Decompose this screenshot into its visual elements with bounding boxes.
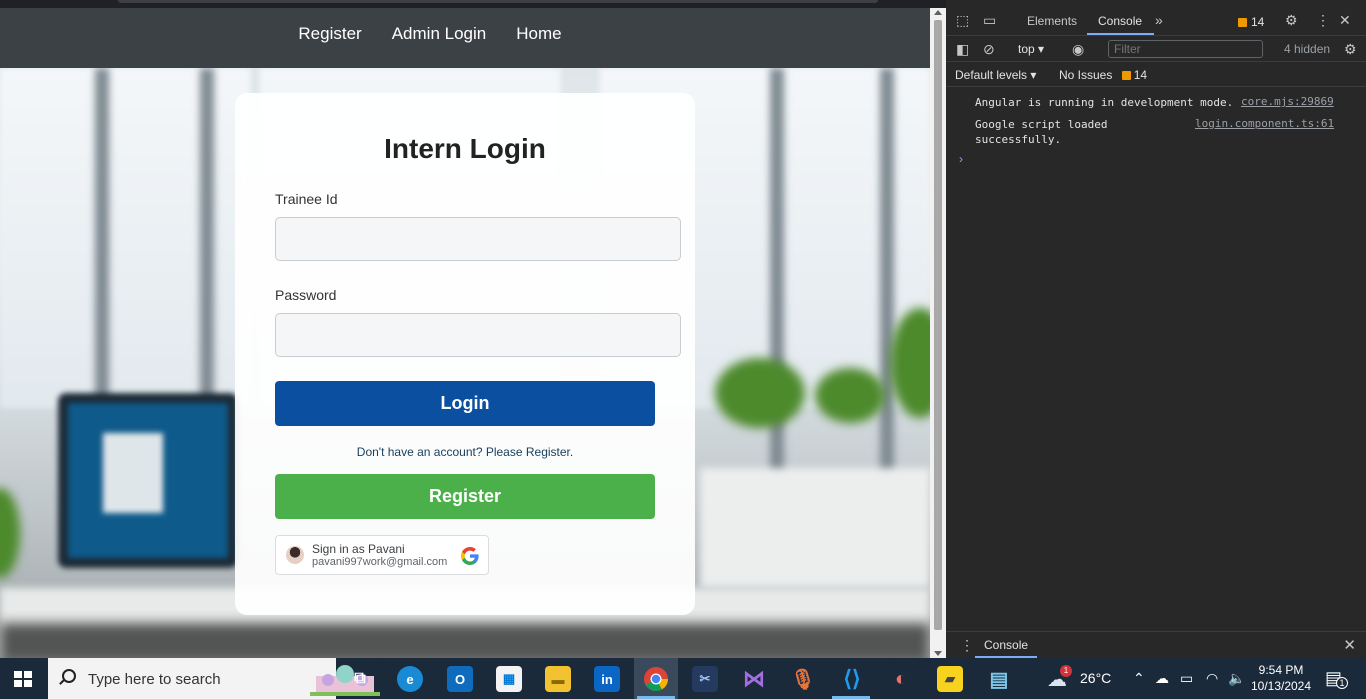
snipping-tool-icon[interactable]: ✂ bbox=[692, 666, 718, 692]
search-icon bbox=[62, 669, 76, 683]
windows-start-icon[interactable] bbox=[14, 671, 32, 687]
log-levels-dropdown[interactable]: Default levels ▾ bbox=[955, 68, 1036, 82]
paint-app-icon[interactable]: ◐ bbox=[888, 666, 914, 692]
top-navbar: Register Admin Login Home bbox=[0, 0, 930, 68]
notepad-icon[interactable]: ▤ bbox=[986, 666, 1012, 692]
taskbar-search-placeholder: Type here to search bbox=[88, 671, 221, 688]
taskbar-search-box[interactable]: Type here to search bbox=[48, 658, 380, 699]
chrome-browser-icon[interactable] bbox=[643, 666, 669, 692]
outlook-icon[interactable]: O bbox=[447, 666, 473, 692]
vscode-icon[interactable]: ⟨⟩ bbox=[839, 666, 865, 692]
context-selector[interactable]: top ▾ bbox=[1018, 42, 1044, 56]
login-title: Intern Login bbox=[384, 133, 546, 164]
register-button[interactable]: Register bbox=[275, 474, 655, 519]
trainee-id-label: Trainee Id bbox=[275, 191, 338, 207]
console-log-source-link[interactable]: core.mjs:29869 bbox=[1241, 95, 1334, 108]
clock-time: 9:54 PM bbox=[1258, 663, 1304, 677]
live-expression-eye-icon[interactable]: ◉ bbox=[1072, 41, 1084, 58]
register-prompt-link[interactable]: Don't have an account? Please Register. bbox=[235, 445, 695, 459]
login-card: Intern Login Trainee Id Password Login D… bbox=[235, 93, 695, 615]
browser-viewport: Register Admin Login Home Intern Login T… bbox=[0, 0, 930, 658]
linkedin-icon[interactable]: in bbox=[594, 666, 620, 692]
user-avatar bbox=[286, 546, 304, 564]
nav-register-link[interactable]: Register bbox=[298, 24, 361, 44]
console-toolbar: ◧ ⊘ top ▾ ◉ 4 hidden ⚙ bbox=[946, 36, 1366, 62]
console-settings-icon[interactable]: ⚙ bbox=[1344, 41, 1357, 58]
weather-temperature[interactable]: 26°C bbox=[1080, 670, 1111, 686]
task-view-icon[interactable]: ⧉ bbox=[347, 666, 373, 692]
login-button[interactable]: Login bbox=[275, 381, 655, 426]
console-filter-input[interactable] bbox=[1108, 40, 1263, 58]
drawer-tab-console[interactable]: Console bbox=[984, 638, 1028, 652]
google-logo-icon bbox=[461, 547, 479, 565]
drawer-menu-icon[interactable]: ⋮ bbox=[960, 637, 974, 654]
wifi-icon[interactable]: ◠ bbox=[1206, 670, 1218, 687]
more-options-icon[interactable]: ⋮ bbox=[1316, 13, 1330, 27]
password-label: Password bbox=[275, 287, 337, 303]
nav-admin-login-link[interactable]: Admin Login bbox=[392, 24, 487, 44]
sticky-notes-icon[interactable]: ▰ bbox=[937, 666, 963, 692]
device-toolbar-icon[interactable]: ▭ bbox=[983, 13, 996, 27]
windows-taskbar: Type here to search ⧉ e O ▦ ▬ in ✂ ⋈ 🎙 ⟨… bbox=[0, 658, 1366, 699]
close-drawer-icon[interactable]: ✕ bbox=[1343, 636, 1356, 654]
taskbar-clock[interactable]: 9:54 PM 10/13/2024 bbox=[1248, 662, 1314, 694]
password-input[interactable] bbox=[275, 313, 681, 357]
console-log-message-continued: successfully. bbox=[975, 133, 1062, 146]
notification-count: 1 bbox=[1336, 677, 1348, 689]
notification-center-icon[interactable]: ▤ 1 bbox=[1325, 668, 1348, 689]
nav-home-link[interactable]: Home bbox=[516, 24, 561, 44]
browser-top-strip bbox=[0, 0, 946, 8]
tab-elements[interactable]: Elements bbox=[1027, 14, 1077, 28]
devtools-drawer: ⋮ Console ✕ bbox=[946, 631, 1366, 658]
console-levels-bar: Default levels ▾ No Issues 14 bbox=[946, 63, 1366, 87]
onedrive-cloud-icon[interactable]: ☁ bbox=[1155, 670, 1169, 687]
google-signin-name: Sign in as Pavani bbox=[312, 542, 405, 556]
hidden-messages-count: 4 hidden bbox=[1284, 42, 1331, 56]
issues-badge[interactable]: 14 bbox=[1238, 15, 1264, 29]
devtools-panel: ⬚ ▭ Elements Console » 14 ⚙ ⋮ ✕ ◧ ⊘ top … bbox=[946, 0, 1366, 658]
battery-icon[interactable]: ▭ bbox=[1180, 670, 1193, 687]
file-explorer-icon[interactable]: ▬ bbox=[545, 666, 571, 692]
tab-console[interactable]: Console bbox=[1098, 14, 1142, 28]
show-hidden-icons-chevron-icon[interactable]: ⌃ bbox=[1133, 670, 1145, 687]
devtools-tabbar: ⬚ ▭ Elements Console » 14 ⚙ ⋮ ✕ bbox=[946, 0, 1366, 36]
active-tab-indicator bbox=[1087, 33, 1154, 35]
issues-summary[interactable]: No Issues 14 bbox=[1059, 68, 1147, 82]
more-tabs-icon[interactable]: » bbox=[1155, 13, 1163, 27]
microsoft-store-icon[interactable]: ▦ bbox=[496, 666, 522, 692]
console-log-message: Angular is running in development mode. bbox=[975, 96, 1234, 109]
close-devtools-icon[interactable]: ✕ bbox=[1339, 13, 1351, 27]
trainee-id-input[interactable] bbox=[275, 217, 681, 261]
microphone-app-icon[interactable]: 🎙 bbox=[790, 666, 816, 692]
scroll-down-arrow-icon[interactable] bbox=[934, 651, 942, 656]
weather-cloud-icon[interactable]: ☁ 1 bbox=[1047, 665, 1072, 692]
scroll-up-arrow-icon[interactable] bbox=[934, 10, 942, 15]
sidebar-toggle-icon[interactable]: ◧ bbox=[956, 41, 969, 58]
issue-flag-icon bbox=[1121, 71, 1131, 80]
weather-alert-badge: 1 bbox=[1060, 665, 1072, 677]
google-signin-button[interactable]: Sign in as Pavani pavani997work@gmail.co… bbox=[275, 535, 489, 575]
scrollbar-thumb[interactable] bbox=[934, 20, 942, 630]
page-scrollbar[interactable] bbox=[930, 8, 946, 658]
clock-date: 10/13/2024 bbox=[1250, 679, 1312, 693]
console-log-source-link[interactable]: login.component.ts:61 bbox=[1195, 117, 1334, 130]
console-prompt-chevron-icon[interactable]: › bbox=[959, 152, 963, 166]
volume-icon[interactable]: 🔈 bbox=[1228, 670, 1245, 687]
clear-console-icon[interactable]: ⊘ bbox=[983, 41, 995, 58]
inspect-element-icon[interactable]: ⬚ bbox=[956, 13, 969, 27]
console-log-message: Google script loaded bbox=[975, 118, 1108, 131]
visual-studio-icon[interactable]: ⋈ bbox=[741, 666, 767, 692]
settings-gear-icon[interactable]: ⚙ bbox=[1285, 13, 1298, 27]
edge-browser-icon[interactable]: e bbox=[397, 666, 423, 692]
google-signin-email: pavani997work@gmail.com bbox=[312, 556, 448, 568]
